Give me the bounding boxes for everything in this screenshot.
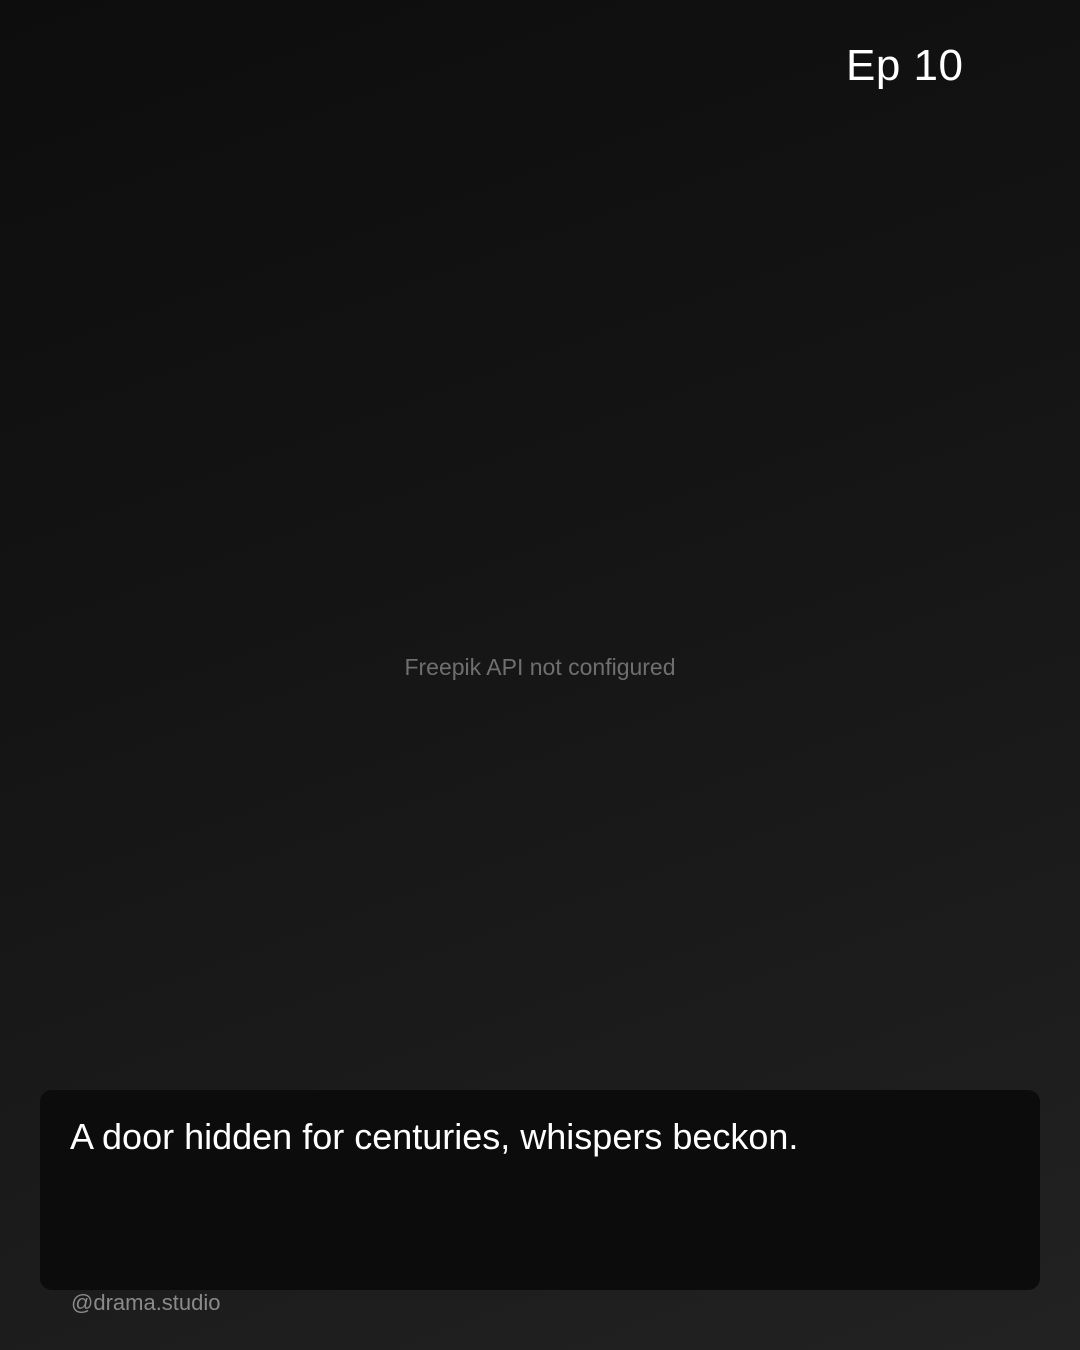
image-placeholder-message: Freepik API not configured bbox=[404, 654, 676, 680]
caption-panel: A door hidden for centuries, whispers be… bbox=[40, 1090, 1040, 1290]
story-frame: Ep 10 Freepik API not configured A door … bbox=[0, 0, 1080, 1350]
episode-label: Ep 10 bbox=[846, 41, 964, 90]
account-handle: @drama.studio bbox=[71, 1290, 221, 1315]
caption-text: A door hidden for centuries, whispers be… bbox=[70, 1116, 799, 1157]
